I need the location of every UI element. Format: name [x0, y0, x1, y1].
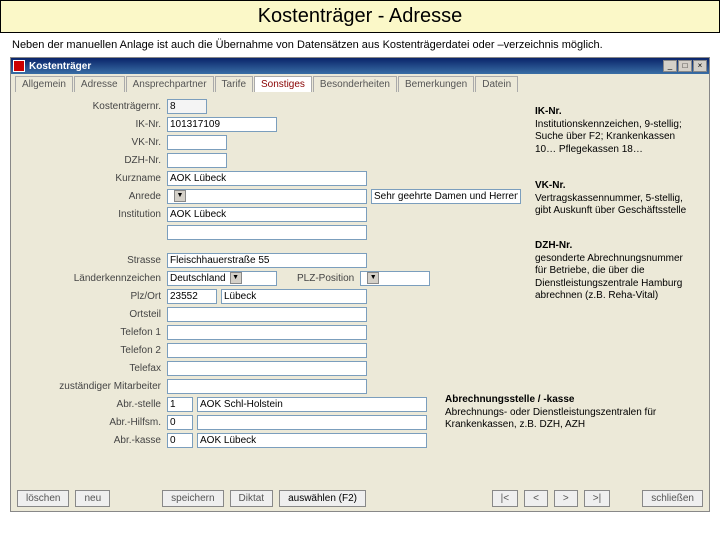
label-institution: Institution [17, 209, 167, 220]
label-vknr: VK-Nr. [17, 137, 167, 148]
form-area: IK-Nr.Institutionskennzeichen, 9-stellig… [11, 92, 709, 472]
note-abrechnung: Abrechnungsstelle / -kasseAbrechnungs- o… [445, 394, 695, 432]
label-telefon2: Telefon 2 [17, 345, 167, 356]
loeschen-button[interactable]: löschen [17, 490, 69, 507]
tab-besonderheiten[interactable]: Besonderheiten [313, 76, 397, 92]
ort-field[interactable] [221, 289, 367, 304]
tab-bemerkungen[interactable]: Bemerkungen [398, 76, 474, 92]
institution-field-2[interactable] [167, 225, 367, 240]
telefon1-field[interactable] [167, 325, 367, 340]
label-strasse: Strasse [17, 255, 167, 266]
telefon2-field[interactable] [167, 343, 367, 358]
auswaehlen-button[interactable]: auswählen (F2) [279, 490, 366, 507]
vknr-field[interactable] [167, 135, 227, 150]
schliessen-button[interactable]: schließen [642, 490, 703, 507]
strasse-field[interactable] [167, 253, 367, 268]
speichern-button[interactable]: speichern [162, 490, 223, 507]
chevron-down-icon: ▼ [367, 272, 379, 284]
label-ortsteil: Ortsteil [17, 309, 167, 320]
label-abrhilfsm: Abr.-Hilfsm. [17, 417, 167, 428]
app-icon [13, 60, 25, 72]
label-kurzname: Kurzname [17, 173, 167, 184]
label-anrede: Anrede [17, 191, 167, 202]
label-abrkasse: Abr.-kasse [17, 435, 167, 446]
note-dzhnr: DZH-Nr.gesonderte Abrechnungsnummer für … [535, 240, 695, 303]
titlebar: Kostenträger _ □ × [11, 58, 709, 74]
tab-ansprechpartner[interactable]: Ansprechpartner [126, 76, 214, 92]
plzposition-dropdown[interactable]: ▼ [360, 271, 430, 286]
close-button[interactable]: × [693, 60, 707, 72]
label-dzhnr: DZH-Nr. [17, 155, 167, 166]
slide-title: Kostenträger - Adresse [0, 0, 720, 33]
label-mitarbeiter: zuständiger Mitarbeiter [17, 381, 167, 392]
dzhnr-field[interactable] [167, 153, 227, 168]
kostentraegernr-field[interactable] [167, 99, 207, 114]
nav-last-button[interactable]: >| [584, 490, 610, 507]
tab-allgemein[interactable]: Allgemein [15, 76, 73, 92]
iknr-field[interactable] [167, 117, 277, 132]
institution-field[interactable] [167, 207, 367, 222]
label-plzposition: PLZ-Position [297, 273, 354, 284]
label-ktnr: Kostenträgernr. [17, 101, 167, 112]
ortsteil-field[interactable] [167, 307, 367, 322]
label-telefax: Telefax [17, 363, 167, 374]
abrkasse-field[interactable] [197, 433, 427, 448]
mitarbeiter-field[interactable] [167, 379, 367, 394]
anrede-text-field[interactable] [371, 189, 521, 204]
nav-first-button[interactable]: |< [492, 490, 518, 507]
label-telefon1: Telefon 1 [17, 327, 167, 338]
label-laenderkennz: Länderkennzeichen [17, 273, 167, 284]
tab-tarife[interactable]: Tarife [215, 76, 253, 92]
tab-adresse[interactable]: Adresse [74, 76, 125, 92]
chevron-down-icon: ▼ [174, 190, 186, 202]
chevron-down-icon: ▼ [230, 272, 242, 284]
maximize-button[interactable]: □ [678, 60, 692, 72]
telefax-field[interactable] [167, 361, 367, 376]
abrhilfsm-num[interactable] [167, 415, 193, 430]
note-vknr: VK-Nr.Vertragskassennummer, 5-stellig, g… [535, 180, 695, 218]
label-iknr: IK-Nr. [17, 119, 167, 130]
app-window: Kostenträger _ □ × Allgemein Adresse Ans… [10, 57, 710, 512]
window-title: Kostenträger [29, 61, 662, 72]
label-abrstelle: Abr.-stelle [17, 399, 167, 410]
anrede-dropdown[interactable]: ▼ [167, 189, 367, 204]
neu-button[interactable]: neu [75, 490, 110, 507]
diktat-button[interactable]: Diktat [230, 490, 274, 507]
abrkasse-num[interactable] [167, 433, 193, 448]
tab-bar: Allgemein Adresse Ansprechpartner Tarife… [11, 74, 709, 92]
note-iknr: IK-Nr.Institutionskennzeichen, 9-stellig… [535, 106, 695, 156]
abrhilfsm-field[interactable] [197, 415, 427, 430]
abrstelle-field[interactable] [197, 397, 427, 412]
label-plzort: Plz/Ort [17, 291, 167, 302]
slide-subtitle: Neben der manuellen Anlage ist auch die … [0, 33, 720, 57]
abrstelle-num[interactable] [167, 397, 193, 412]
nav-next-button[interactable]: > [554, 490, 578, 507]
minimize-button[interactable]: _ [663, 60, 677, 72]
tab-sonstiges[interactable]: Sonstiges [254, 76, 312, 92]
button-bar: löschen neu speichern Diktat auswählen (… [17, 490, 703, 507]
laenderkennz-dropdown[interactable]: Deutschland▼ [167, 271, 277, 286]
nav-prev-button[interactable]: < [524, 490, 548, 507]
tab-datein[interactable]: Datein [475, 76, 518, 92]
kurzname-field[interactable] [167, 171, 367, 186]
plz-field[interactable] [167, 289, 217, 304]
